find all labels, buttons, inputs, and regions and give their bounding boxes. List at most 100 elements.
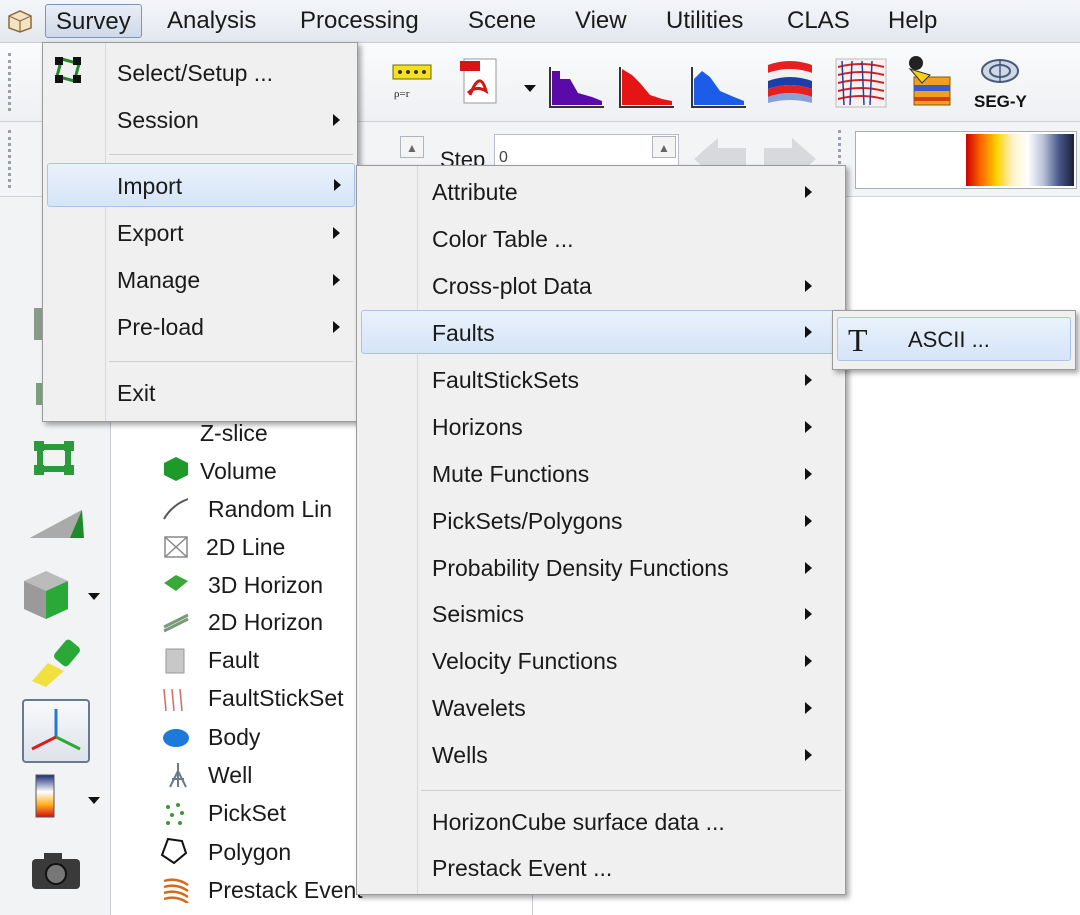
menuitem-session[interactable]: Session (117, 98, 199, 142)
volume-hex-icon (164, 457, 188, 481)
seismics-arrow-icon (805, 608, 812, 620)
menu-help[interactable]: Help (878, 4, 947, 38)
pdf-dropdown-arrow-icon[interactable] (524, 85, 536, 92)
menu-bar: Survey Analysis Processing Scene View Ut… (0, 0, 1080, 43)
menuitem-prestack-event[interactable]: Prestack Event ... (432, 846, 612, 890)
tree-item-volume[interactable]: Volume (200, 453, 277, 489)
menuitem-cross-plot-data[interactable]: Cross-plot Data (432, 264, 592, 308)
menuitem-color-table[interactable]: Color Table ... (432, 217, 573, 261)
camera-icon[interactable] (28, 847, 84, 893)
menuitem-import[interactable]: Import (47, 163, 355, 207)
menu-view[interactable]: View (565, 4, 637, 38)
menu-clas[interactable]: CLAS (777, 4, 860, 38)
menu-utilities[interactable]: Utilities (656, 4, 753, 38)
color-gradient (966, 134, 1074, 186)
pre-load-submenu-arrow-icon (333, 321, 340, 333)
menuitem-ascii-label: ASCII ... (908, 327, 990, 352)
fault-icon (165, 648, 185, 674)
tree-item-body[interactable]: Body (208, 719, 260, 755)
pdf-export-icon[interactable] (456, 55, 504, 109)
menu-analysis[interactable]: Analysis (157, 4, 266, 38)
faults-arrow-icon (805, 326, 812, 338)
menuitem-faults[interactable]: Faults (361, 310, 843, 354)
faultstickset-icon (163, 688, 183, 712)
picksets-arrow-icon (805, 515, 812, 527)
faults-submenu: T ASCII ... (832, 310, 1076, 370)
wiggle-display-icon[interactable] (834, 57, 888, 109)
import-submenu-arrow-icon (334, 179, 341, 191)
step-spin-up-button[interactable]: ▲ (652, 136, 676, 158)
mute-functions-arrow-icon (805, 468, 812, 480)
menu-separator (109, 154, 353, 155)
menuitem-wells[interactable]: Wells (432, 733, 488, 777)
menu-separator (109, 361, 353, 362)
menuitem-pre-load[interactable]: Pre-load (117, 305, 204, 349)
density-icon[interactable]: ρ=r (390, 63, 434, 103)
color-table-bar[interactable] (855, 131, 1077, 189)
seg-y-icon[interactable]: SEG-Y (970, 53, 1032, 115)
axes-icon (31, 709, 81, 751)
menuitem-faultsticksets[interactable]: FaultStickSets (432, 358, 579, 402)
random-line-tree-icon (163, 498, 189, 520)
random-line-icon[interactable] (26, 502, 88, 542)
menuitem-horizons[interactable]: Horizons (432, 405, 523, 449)
3d-horizon-icon (164, 575, 188, 591)
red-histogram-icon[interactable] (618, 65, 676, 109)
manage-submenu-arrow-icon (333, 274, 340, 286)
menuitem-manage[interactable]: Manage (117, 258, 200, 302)
faultsticksets-arrow-icon (805, 374, 812, 386)
toolbar2-grip[interactable] (8, 130, 17, 188)
survey-menu: Select/Setup ... Session Import Export M… (42, 42, 358, 422)
colorbar-icon[interactable] (34, 773, 56, 819)
menuitem-export[interactable]: Export (117, 211, 183, 255)
prestack-event-icon (163, 878, 189, 903)
tree-item-prestack-event[interactable]: Prestack Event (208, 872, 363, 908)
colorbar-dropdown-icon[interactable] (88, 797, 100, 804)
tree-item-2d-horizon[interactable]: 2D Horizon (208, 604, 323, 640)
menuitem-exit[interactable]: Exit (117, 371, 155, 415)
tree-item-fault[interactable]: Fault (208, 642, 259, 678)
tree-item-pickset[interactable]: PickSet (208, 795, 286, 831)
session-submenu-arrow-icon (333, 114, 340, 126)
toolbar-grip[interactable] (8, 53, 17, 111)
wells-arrow-icon (805, 749, 812, 761)
menuitem-mute-functions[interactable]: Mute Functions (432, 452, 589, 496)
menu-separator (421, 790, 841, 791)
menu-scene[interactable]: Scene (458, 4, 546, 38)
volume-cube-icon[interactable] (18, 567, 74, 623)
tree-item-faultstickset[interactable]: FaultStickSet (208, 680, 344, 716)
2d-line-icon (164, 536, 188, 558)
menuitem-select-setup[interactable]: Select/Setup ... (117, 51, 273, 95)
menuitem-wavelets[interactable]: Wavelets (432, 686, 526, 730)
import-submenu: Attribute Color Table ... Cross-plot Dat… (356, 165, 846, 895)
wavelets-arrow-icon (805, 702, 812, 714)
menuitem-probability-density-functions[interactable]: Probability Density Functions (432, 546, 729, 590)
polygon-icon (160, 837, 188, 865)
menu-survey[interactable]: Survey (45, 4, 142, 38)
menuitem-seismics[interactable]: Seismics (432, 592, 524, 636)
volume-builder-icon[interactable] (900, 53, 958, 111)
purple-histogram-icon[interactable] (548, 65, 606, 109)
menuitem-horizoncube-surface-data[interactable]: HorizonCube surface data ... (432, 800, 725, 844)
volume-dropdown-icon[interactable] (88, 593, 100, 600)
seg-y-label: SEG-Y (974, 92, 1028, 111)
menu-processing[interactable]: Processing (290, 4, 429, 38)
menuitem-import-label: Import (117, 173, 183, 199)
menuitem-picksets-polygons[interactable]: PickSets/Polygons (432, 499, 622, 543)
tree-item-3d-horizon[interactable]: 3D Horizon (208, 567, 323, 603)
tree-item-2d-line[interactable]: 2D Line (206, 529, 285, 565)
highlight-tool-icon[interactable] (24, 637, 88, 689)
2d-horizon-icon (163, 613, 189, 633)
spin-up-button[interactable]: ▲ (400, 136, 424, 158)
seismic-display-icon[interactable] (764, 57, 816, 109)
body-icon (163, 729, 189, 747)
tree-item-random-line[interactable]: Random Lin (208, 491, 332, 527)
timeslice-icon[interactable] (30, 437, 80, 481)
blue-histogram-icon[interactable] (690, 65, 748, 109)
tree-item-well[interactable]: Well (208, 757, 252, 793)
menuitem-velocity-functions[interactable]: Velocity Functions (432, 639, 617, 683)
axes-tool-button[interactable] (22, 699, 90, 763)
tree-item-polygon[interactable]: Polygon (208, 834, 291, 870)
menuitem-ascii[interactable]: T ASCII ... (837, 317, 1071, 361)
menuitem-attribute[interactable]: Attribute (432, 170, 518, 214)
